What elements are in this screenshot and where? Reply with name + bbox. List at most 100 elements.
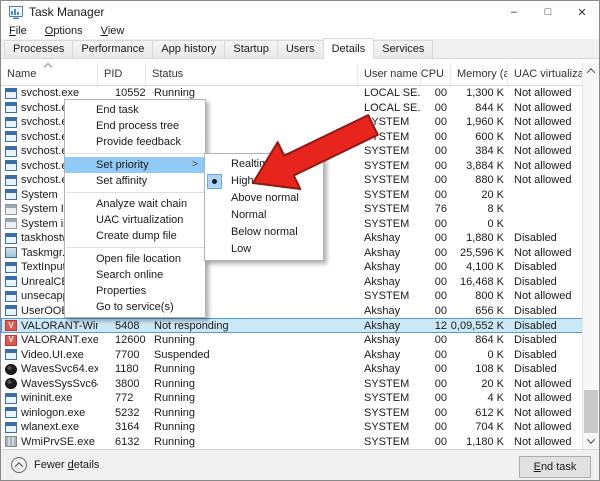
tab-startup[interactable]: Startup (224, 40, 277, 58)
submenu-item-low[interactable]: Low (205, 241, 323, 258)
submenu-item-above-normal[interactable]: Above normal (205, 190, 323, 207)
menu-item-set-affinity[interactable]: Set affinity (65, 173, 205, 189)
win-process-icon (5, 131, 17, 142)
process-row[interactable]: wininit.exe772RunningSYSTEM004 KNot allo… (1, 391, 584, 406)
maximize-button[interactable]: □ (531, 1, 565, 23)
process-row[interactable]: VVALORANT-Win64-S...5408Not respondingAk… (1, 318, 584, 333)
process-memory: 20 K (451, 376, 508, 391)
process-user: SYSTEM (358, 202, 421, 217)
process-row[interactable]: WmiPrvSE.exe6132RunningSYSTEM001,180 KNo… (1, 434, 584, 449)
scroll-up-button[interactable] (583, 63, 599, 79)
menu-item-end-task[interactable]: End task (65, 102, 205, 118)
process-name: WavesSysSvc64.exe (21, 378, 98, 390)
process-pid: 772 (98, 391, 146, 406)
minimize-button[interactable]: – (497, 1, 531, 23)
column-header-uac-virtualizat[interactable]: UAC virtualizat... (508, 63, 584, 85)
process-row[interactable]: VVALORANT.exe12600RunningAkshay00864 KDi… (1, 333, 584, 348)
menu-item-open-file-location[interactable]: Open file location (65, 251, 205, 267)
process-row[interactable]: winlogon.exe5232RunningSYSTEM00612 KNot … (1, 405, 584, 420)
scroll-down-button[interactable] (583, 433, 599, 449)
win-process-icon (5, 262, 17, 273)
process-user: SYSTEM (358, 188, 421, 203)
tab-users[interactable]: Users (277, 40, 324, 58)
fewer-details-button[interactable]: Fewer details (11, 457, 99, 473)
process-uac: Not allowed (508, 86, 584, 101)
menubar-item-view[interactable]: View (101, 25, 135, 37)
tab-performance[interactable]: Performance (72, 40, 153, 58)
submenu-item-normal[interactable]: Normal (205, 207, 323, 224)
tm-process-icon (5, 247, 17, 258)
process-user: SYSTEM (358, 420, 421, 435)
submenu-item-below-normal[interactable]: Below normal (205, 224, 323, 241)
scrollbar[interactable] (582, 63, 599, 449)
process-name: VALORANT-Win64-S... (21, 320, 98, 332)
process-cpu: 00 (421, 217, 451, 232)
menu-item-set-priority[interactable]: Set priority> (65, 157, 205, 173)
process-user: Akshay (358, 260, 421, 275)
process-status: Running (146, 333, 358, 348)
column-header-pid[interactable]: PID (98, 63, 146, 85)
process-name-cell: Video.UI.exe (1, 347, 98, 362)
process-row[interactable]: wlanext.exe3164RunningSYSTEM00704 KNot a… (1, 420, 584, 435)
tab-app-history[interactable]: App history (152, 40, 225, 58)
menu-item-properties[interactable]: Properties (65, 283, 205, 299)
win-process-icon (5, 349, 17, 360)
win-process-icon (5, 160, 17, 171)
menu-item-uac-virtualization[interactable]: UAC virtualization (65, 212, 205, 228)
tab-details[interactable]: Details (323, 38, 375, 59)
process-row[interactable]: Video.UI.exe7700SuspendedAkshay000 KDisa… (1, 347, 584, 362)
menu-item-analyze-wait-chain[interactable]: Analyze wait chain (65, 196, 205, 212)
column-header-cpu[interactable]: CPU (421, 63, 451, 85)
win-process-icon (5, 146, 17, 157)
process-name: VALORANT.exe (21, 334, 98, 346)
close-button[interactable]: ✕ (565, 1, 599, 23)
process-name-cell: wininit.exe (1, 391, 98, 406)
menu-item-provide-feedback[interactable]: Provide feedback (65, 134, 205, 150)
process-name-cell: WavesSvc64.exe (1, 362, 98, 377)
process-memory: 612 K (451, 405, 508, 420)
process-uac: Not allowed (508, 246, 584, 261)
tab-processes[interactable]: Processes (4, 40, 73, 58)
process-status: Running (146, 391, 358, 406)
process-user: SYSTEM (358, 434, 421, 449)
process-uac: Not allowed (508, 115, 584, 130)
process-name-cell: VVALORANT-Win64-S... (1, 318, 98, 333)
column-header-memory-a[interactable]: Memory (a... (451, 63, 508, 85)
menubar-item-file[interactable]: File (9, 25, 37, 37)
task-manager-window: Task Manager – □ ✕ FileOptionsView Proce… (0, 0, 600, 481)
menu-item-end-process-tree[interactable]: End process tree (65, 118, 205, 134)
submenu-item-realtime[interactable]: Realtime (205, 156, 323, 173)
process-name: svchost.exe (21, 87, 79, 99)
submenu-item-high[interactable]: High (205, 173, 323, 190)
submenu-arrow-icon: > (192, 157, 198, 173)
menu-item-create-dump-file[interactable]: Create dump file (65, 228, 205, 244)
win-process-icon (5, 407, 17, 418)
column-header-user-name[interactable]: User name (358, 63, 421, 85)
process-status: Running (146, 405, 358, 420)
menu-item-search-online[interactable]: Search online (65, 267, 205, 283)
process-memory: 3,884 K (451, 159, 508, 174)
tab-services[interactable]: Services (373, 40, 433, 58)
process-status: Running (146, 376, 358, 391)
column-header-status[interactable]: Status (146, 63, 358, 85)
process-row[interactable]: WavesSysSvc64.exe3800RunningSYSTEM0020 K… (1, 376, 584, 391)
process-uac: Disabled (508, 318, 584, 333)
menu-item-go-to-service-s[interactable]: Go to service(s) (65, 299, 205, 315)
menubar-item-options[interactable]: Options (45, 25, 93, 37)
process-name: System (21, 189, 58, 201)
process-row[interactable]: WavesSvc64.exe1180RunningAkshay00108 KDi… (1, 362, 584, 377)
process-user: Akshay (358, 246, 421, 261)
end-task-button[interactable]: End task (519, 456, 591, 478)
column-header-name[interactable]: Name (1, 63, 98, 85)
process-uac: Not allowed (508, 420, 584, 435)
process-user: SYSTEM (358, 130, 421, 145)
process-memory: 1,960 K (451, 115, 508, 130)
scroll-thumb[interactable] (584, 390, 598, 433)
process-pid: 12600 (98, 333, 146, 348)
process-uac (508, 202, 584, 217)
process-memory: 800 K (451, 289, 508, 304)
process-cpu: 00 (421, 405, 451, 420)
sys-process-icon (5, 204, 17, 215)
process-pid: 3164 (98, 420, 146, 435)
process-uac: Not allowed (508, 144, 584, 159)
